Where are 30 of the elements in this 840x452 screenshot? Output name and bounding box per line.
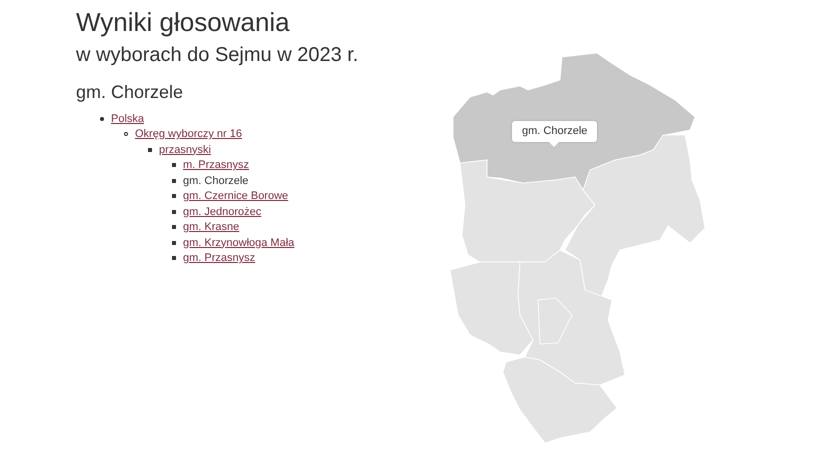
map-region[interactable] bbox=[460, 160, 596, 262]
page-title: Wyniki głosowania bbox=[76, 7, 290, 37]
bullet-icon bbox=[172, 240, 176, 245]
bullet-icon bbox=[100, 116, 104, 121]
tree-link[interactable]: gm. Jednorożec bbox=[183, 204, 262, 220]
tree-link[interactable]: gm. Krzynowłoga Mała bbox=[183, 234, 294, 251]
current-unit: gm. Chorzele bbox=[183, 174, 248, 188]
map-region[interactable] bbox=[538, 298, 572, 344]
bullet-icon bbox=[172, 163, 176, 168]
map-region[interactable] bbox=[502, 356, 618, 444]
bullet-icon bbox=[172, 178, 176, 183]
bullet-icon bbox=[148, 148, 152, 152]
tree-link[interactable]: Polska bbox=[111, 110, 144, 127]
map-region[interactable] bbox=[450, 262, 534, 356]
tooltip-pointer-icon bbox=[549, 142, 559, 147]
unit-heading: gm. Chorzele bbox=[76, 81, 184, 103]
bullet-icon bbox=[172, 210, 176, 214]
bullet-icon bbox=[124, 132, 128, 136]
tree-link[interactable]: gm. Przasnysz bbox=[183, 250, 256, 266]
page-subtitle: w wyborach do Sejmu w 2023 r. bbox=[76, 43, 358, 67]
map-region[interactable] bbox=[452, 52, 696, 191]
tree-link[interactable]: m. Przasnysz bbox=[183, 157, 250, 174]
bullet-icon bbox=[172, 225, 176, 230]
tree-link[interactable]: gm. Krasne bbox=[183, 219, 240, 236]
tree-link[interactable]: gm. Czernice Borowe bbox=[183, 188, 288, 204]
tree-link[interactable]: przasnyski bbox=[159, 142, 211, 158]
bullet-icon bbox=[172, 256, 176, 260]
map-tooltip: gm. Chorzele bbox=[512, 121, 598, 142]
bullet-icon bbox=[172, 194, 176, 198]
tree-link[interactable]: Okręg wyborczy nr 16 bbox=[135, 126, 242, 142]
